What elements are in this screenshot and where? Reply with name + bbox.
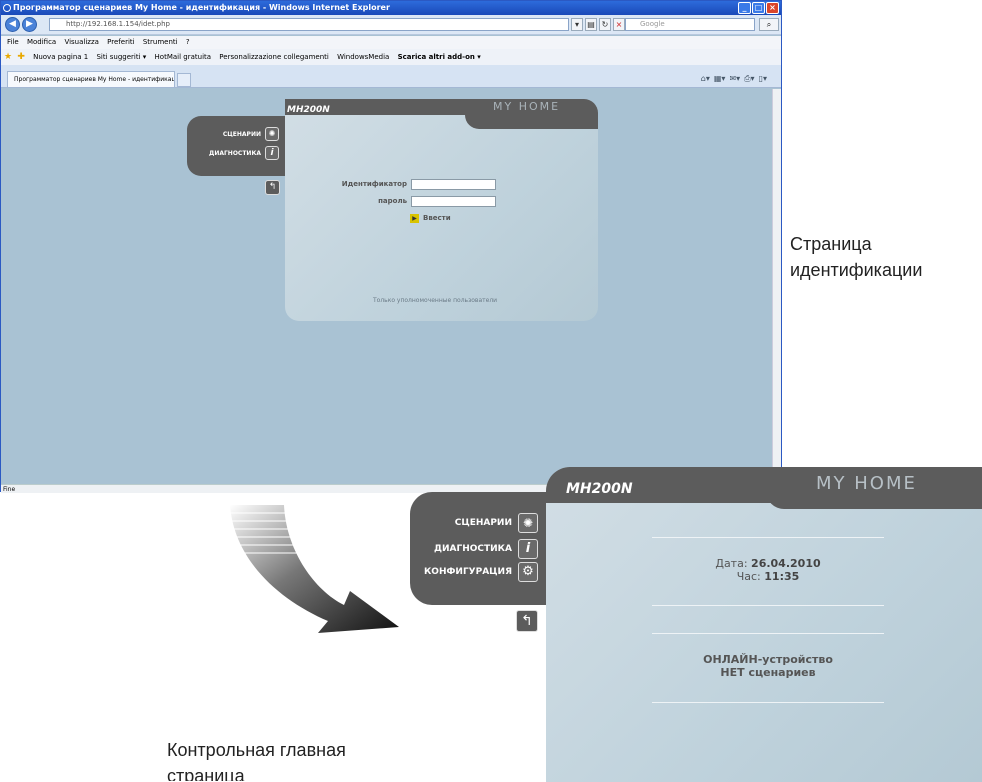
search-input[interactable]: Google xyxy=(625,18,755,31)
transition-arrow-icon xyxy=(224,505,399,633)
close-button[interactable]: × xyxy=(766,2,779,14)
menu-help[interactable]: ? xyxy=(186,38,190,46)
time-label: Час: xyxy=(736,570,761,583)
refresh-icon[interactable]: ↻ xyxy=(599,18,611,31)
time-value: 11:35 xyxy=(764,570,800,583)
brand-logo: MY HOME xyxy=(493,100,561,113)
brand-logo: MY HOME xyxy=(816,473,917,494)
menu-item-scenarios[interactable]: СЦЕНАРИИ ✺ xyxy=(187,126,279,142)
password-label: пароль xyxy=(378,197,407,205)
menu-item-diagnostics[interactable]: ДИАГНОСТИКА i xyxy=(187,145,279,161)
menu-favorites[interactable]: Preferiti xyxy=(107,38,134,46)
back-nav-icon[interactable]: ◀ xyxy=(5,17,20,32)
page-content: СЦЕНАРИИ ✺ ДИАГНОСТИКА i ↰ MH200N MY HOM… xyxy=(1,89,781,484)
dropdown-icon[interactable]: ▾ xyxy=(571,18,583,31)
back-arrow-icon[interactable]: ↰ xyxy=(516,610,538,632)
caption-line: идентификации xyxy=(790,260,923,280)
maximize-button[interactable]: □ xyxy=(752,2,765,14)
menu-item-label: КОНФИГУРАЦИЯ xyxy=(423,567,512,577)
stop-icon[interactable]: × xyxy=(613,18,625,31)
menu-item-label: ДИАГНОСТИКА xyxy=(433,544,512,554)
minimize-button[interactable]: _ xyxy=(738,2,751,14)
fav-link-3[interactable]: HotMail gratuita xyxy=(155,49,212,65)
model-name: MH200N xyxy=(287,105,330,115)
login-main-panel: MH200N MY HOME Идентификатор пароль ▶ Вв… xyxy=(285,99,598,321)
scenarios-status-line: НЕТ сценариев xyxy=(720,666,816,679)
back-arrow-icon[interactable]: ↰ xyxy=(265,180,280,195)
password-input[interactable] xyxy=(411,196,496,207)
menu-item-diagnostics[interactable]: ДИАГНОСТИКА i xyxy=(410,538,538,560)
enter-arrow-icon[interactable]: ▶ xyxy=(410,214,419,223)
add-favorite-icon[interactable]: ✚ xyxy=(17,49,25,65)
menu-file[interactable]: File xyxy=(7,38,19,46)
favorites-star-icon[interactable]: ★ xyxy=(4,49,12,65)
date-label: Дата: xyxy=(715,557,748,570)
login-side-menu: СЦЕНАРИИ ✺ ДИАГНОСТИКА i xyxy=(187,116,285,176)
divider xyxy=(652,537,884,538)
menu-item-scenarios[interactable]: СЦЕНАРИИ ✺ xyxy=(410,512,538,534)
config-gear-icon: ⚙ xyxy=(518,562,538,582)
scenario-icon: ✺ xyxy=(265,127,279,141)
divider xyxy=(652,702,884,703)
id-input[interactable] xyxy=(411,179,496,190)
fav-link-4[interactable]: Personalizzazione collegamenti xyxy=(219,49,329,65)
menu-item-label: СЦЕНАРИИ xyxy=(454,518,512,528)
print-icon[interactable]: ⎙▾ xyxy=(744,74,754,84)
enter-button[interactable]: Ввести xyxy=(423,214,451,222)
scenario-icon: ✺ xyxy=(518,513,538,533)
address-bar: ◀ ▶ http://192.168.1.154/idet.php ▾ ▤ ↻ … xyxy=(1,15,781,35)
window-titlebar: Программатор сценариев My Home - идентиф… xyxy=(1,1,781,15)
date-value: 26.04.2010 xyxy=(751,557,821,570)
fav-link-2[interactable]: Siti suggeriti ▾ xyxy=(96,49,146,65)
time-display: Час: 11:35 xyxy=(652,570,884,584)
home-side-menu: СЦЕНАРИИ ✺ ДИАГНОСТИКА i КОНФИГУРАЦИЯ ⚙ xyxy=(410,492,546,605)
menu-item-configuration[interactable]: КОНФИГУРАЦИЯ ⚙ xyxy=(410,561,538,583)
menu-tools[interactable]: Strumenti xyxy=(143,38,178,46)
new-tab-button[interactable] xyxy=(177,73,191,87)
home-page-caption: Контрольная главная страница xyxy=(167,737,346,781)
device-status-line: ОНЛАЙН-устройство xyxy=(703,653,833,666)
browser-window: Программатор сценариев My Home - идентиф… xyxy=(0,0,782,493)
forward-nav-icon[interactable]: ▶ xyxy=(22,17,37,32)
menu-view[interactable]: Visualizza xyxy=(64,38,98,46)
search-icon[interactable]: ⌕ xyxy=(759,18,779,31)
feeds-icon[interactable]: ▦▾ xyxy=(714,74,726,84)
fav-link-5[interactable]: WindowsMedia xyxy=(337,49,389,65)
divider xyxy=(652,633,884,634)
menu-edit[interactable]: Modifica xyxy=(27,38,56,46)
menu-bar: File Modifica Visualizza Preferiti Strum… xyxy=(1,36,781,49)
favorites-bar: ★ ✚ Nuova pagina 1 Siti suggeriti ▾ HotM… xyxy=(1,49,781,65)
login-header: MH200N MY HOME xyxy=(285,99,598,129)
vertical-scrollbar[interactable] xyxy=(772,89,781,484)
info-icon: i xyxy=(265,146,279,160)
divider xyxy=(652,605,884,606)
caption-line: Контрольная главная xyxy=(167,740,346,760)
model-name: MH200N xyxy=(566,481,633,497)
mail-icon[interactable]: ✉▾ xyxy=(729,74,740,84)
fav-link-6[interactable]: Scarica altri add-on ▾ xyxy=(398,49,481,65)
compat-view-icon[interactable]: ▤ xyxy=(585,18,597,31)
fav-link-1[interactable]: Nuova pagina 1 xyxy=(33,49,88,65)
url-input[interactable]: http://192.168.1.154/idet.php xyxy=(49,18,569,31)
page-menu-icon[interactable]: ▯▾ xyxy=(759,74,767,84)
authorized-users-note: Только уполномоченные пользователи xyxy=(373,297,498,304)
id-label: Идентификатор xyxy=(341,180,407,188)
login-page-caption: Страница идентификации xyxy=(790,231,922,283)
info-icon: i xyxy=(518,539,538,559)
ie-logo-icon xyxy=(3,4,11,12)
date-display: Дата: 26.04.2010 xyxy=(652,557,884,571)
caption-line: страница xyxy=(167,766,245,781)
menu-item-label: ДИАГНОСТИКА xyxy=(208,149,261,157)
menu-item-label: СЦЕНАРИИ xyxy=(222,130,261,138)
tab-bar: Программатор сценариев My Home - идентиф… xyxy=(1,65,781,88)
caption-line: Страница xyxy=(790,234,872,254)
browser-tab[interactable]: Программатор сценариев My Home - идентиф… xyxy=(7,71,175,87)
home-icon[interactable]: ⌂▾ xyxy=(701,74,710,84)
home-main-panel: MH200N MY HOME Дата: 26.04.2010 Час: 11:… xyxy=(546,467,982,782)
window-title: Программатор сценариев My Home - идентиф… xyxy=(13,3,390,12)
